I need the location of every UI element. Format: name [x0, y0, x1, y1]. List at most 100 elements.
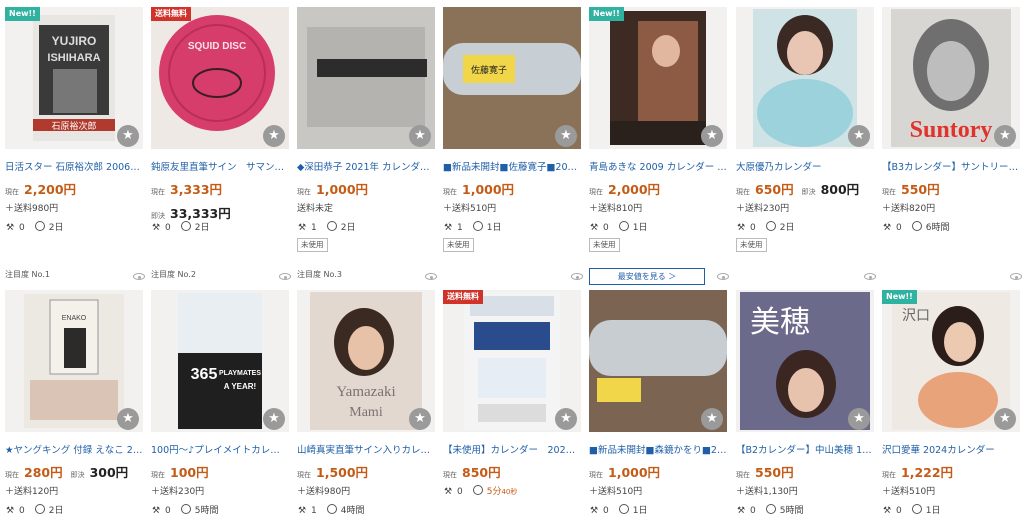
product-title-link[interactable]: 大原優乃カレンダー — [736, 159, 874, 173]
shipping-fee: ＋送料1,130円 — [736, 487, 798, 497]
current-label: 現在 — [151, 471, 165, 479]
watchlist-star-icon[interactable]: ★ — [263, 125, 285, 147]
product-title-link[interactable]: 沢口愛華 2024カレンダー — [882, 442, 1020, 456]
bid-time-info: ⚒ 0 1日 — [589, 503, 647, 516]
current-price: 現在 650円 即決 800円 — [736, 179, 859, 199]
product-title-link[interactable]: 【未使用】カレンダー 2024年… — [443, 442, 581, 456]
time-left: 1日 — [925, 506, 941, 516]
product-title-link[interactable]: 日活スター 石原裕次郎 2006年… — [5, 159, 143, 173]
product-thumbnail[interactable]: 佐藤寛子 ★ — [443, 7, 581, 149]
product-thumbnail[interactable]: SQUID DISC 送料無料 ★ — [151, 7, 289, 149]
svg-text:佐藤寛子: 佐藤寛子 — [471, 64, 507, 76]
eye-icon[interactable] — [279, 273, 291, 280]
product-title-link[interactable]: 青島あきな 2009 カレンダー サ… — [589, 159, 727, 173]
gavel-icon: ⚒ — [882, 223, 892, 233]
current-label: 現在 — [151, 188, 165, 196]
watchlist-star-icon[interactable]: ★ — [701, 125, 723, 147]
watchlist-star-icon[interactable]: ★ — [117, 408, 139, 430]
eye-icon[interactable] — [571, 273, 583, 280]
current-label: 現在 — [882, 471, 896, 479]
current-label: 現在 — [297, 471, 311, 479]
product-thumbnail[interactable]: ★ — [736, 7, 874, 149]
product-thumbnail[interactable]: YUJIRO ISHIHARA 石原裕次郎 New!! ★ — [5, 7, 143, 149]
gavel-icon: ⚒ — [882, 506, 892, 516]
see-lowest-price-button[interactable]: 最安値を見る ＞ — [589, 268, 705, 285]
product-title-link[interactable]: ◆深田恭子 2021年 カレンダー… — [297, 159, 435, 173]
bid-count: 0 — [457, 487, 463, 497]
product-thumbnail[interactable]: ENAKO ★ — [5, 290, 143, 432]
bid-time-info: ⚒ 0 5時間 — [151, 503, 218, 516]
time-left: 6時間 — [925, 223, 950, 233]
bid-count: 0 — [165, 506, 171, 516]
product-thumbnail[interactable]: 送料無料 ★ — [443, 290, 581, 432]
current-price: 現在 2,200円 — [5, 179, 76, 199]
bid-count: 0 — [603, 506, 609, 516]
price-value: 3,333円 — [170, 182, 223, 197]
svg-text:SQUID DISC: SQUID DISC — [188, 41, 246, 52]
price-value: 550円 — [901, 182, 940, 197]
current-price: 現在 100円 — [151, 462, 209, 482]
watchlist-star-icon[interactable]: ★ — [994, 125, 1016, 147]
current-label: 現在 — [5, 188, 19, 196]
eye-icon[interactable] — [133, 273, 145, 280]
current-label: 現在 — [589, 188, 603, 196]
bid-time-info: ⚒ 1 1日 — [443, 220, 501, 233]
product-title-link[interactable]: ■新品未開封■森鏡かをり■200… — [589, 442, 727, 456]
product-title-link[interactable]: ★ヤングキング 付録 えなこ 202… — [5, 442, 143, 456]
price-value: 850円 — [462, 465, 501, 480]
time-left: 2日 — [194, 223, 210, 233]
price-value: 1,000円 — [462, 182, 515, 197]
product-thumbnail[interactable]: Suntory ★ — [882, 7, 1020, 149]
current-label: 現在 — [882, 188, 896, 196]
product-thumbnail[interactable]: 美穂 ★ — [736, 290, 874, 432]
product-title-link[interactable]: ■新品未開封■佐藤寛子■2008… — [443, 159, 581, 173]
watchlist-star-icon[interactable]: ★ — [555, 125, 577, 147]
product-title-link[interactable]: 山崎真実直筆サイン入りカレン… — [297, 442, 435, 456]
clock-icon — [326, 221, 337, 231]
watchlist-star-icon[interactable]: ★ — [409, 408, 431, 430]
price-value: 280円 — [24, 465, 63, 480]
gavel-icon: ⚒ — [297, 223, 307, 233]
bid-time-info: ⚒ 0 2日 — [736, 220, 794, 233]
svg-text:沢口: 沢口 — [902, 308, 930, 324]
bid-time-info: ⚒ 0 2日 — [151, 220, 209, 233]
clock-icon — [765, 221, 776, 231]
svg-text:石原裕次郎: 石原裕次郎 — [51, 120, 96, 132]
eye-icon[interactable] — [1010, 273, 1022, 280]
watchlist-star-icon[interactable]: ★ — [848, 408, 870, 430]
watchlist-star-icon[interactable]: ★ — [409, 125, 431, 147]
watchlist-star-icon[interactable]: ★ — [555, 408, 577, 430]
clock-icon — [180, 221, 191, 231]
buy-now-value: 33,333円 — [170, 206, 231, 221]
product-thumbnail[interactable]: ★ — [297, 7, 435, 149]
product-title-link[interactable]: 鈍原友里直筆サイン サマンサ… — [151, 159, 289, 173]
clock-icon — [618, 221, 629, 231]
watchlist-star-icon[interactable]: ★ — [117, 125, 139, 147]
current-price: 現在 1,000円 — [589, 462, 660, 482]
product-thumbnail[interactable]: Yamazaki Mami ★ — [297, 290, 435, 432]
time-left: 5時間 — [194, 506, 219, 516]
attention-rank: 注目度 No.3 — [297, 270, 342, 279]
watchlist-star-icon[interactable]: ★ — [994, 408, 1016, 430]
product-thumbnail[interactable]: ★ — [589, 290, 727, 432]
unused-badge: 未使用 — [589, 238, 620, 252]
eye-icon[interactable] — [864, 273, 876, 280]
product-thumbnail[interactable]: New!! ★ — [589, 7, 727, 149]
current-price: 現在 1,222円 — [882, 462, 953, 482]
product-thumbnail[interactable]: 365 PLAYMATES A YEAR! ★ — [151, 290, 289, 432]
watchlist-star-icon[interactable]: ★ — [848, 125, 870, 147]
bid-count: 0 — [750, 506, 756, 516]
watchlist-star-icon[interactable]: ★ — [701, 408, 723, 430]
eye-icon[interactable] — [717, 273, 729, 280]
gavel-icon: ⚒ — [5, 506, 15, 516]
price-value: 2,200円 — [24, 182, 77, 197]
shipping-fee: 送料未定 — [297, 204, 334, 214]
product-title-link[interactable]: 【B3カレンダー】サントリー 19… — [882, 159, 1020, 173]
product-thumbnail[interactable]: 沢口 New!! ★ — [882, 290, 1020, 432]
product-title-link[interactable]: 【B2カレンダー】中山美穂 198… — [736, 442, 874, 456]
gavel-icon: ⚒ — [151, 506, 161, 516]
watchlist-star-icon[interactable]: ★ — [263, 408, 285, 430]
current-price: 現在 2,000円 — [589, 179, 660, 199]
eye-icon[interactable] — [425, 273, 437, 280]
product-title-link[interactable]: 100円〜♪プレイメイトカレンダ… — [151, 442, 289, 456]
